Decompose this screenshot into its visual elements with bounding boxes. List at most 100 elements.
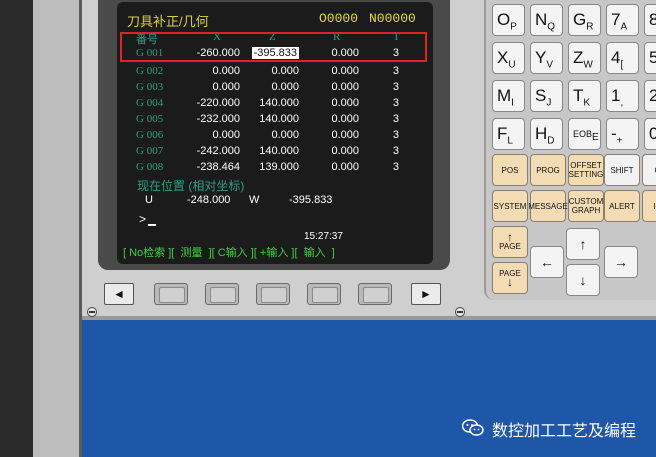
pos-button[interactable]: POS (492, 154, 528, 186)
key-h[interactable]: HD (530, 118, 563, 150)
key-o[interactable]: OP (492, 4, 525, 36)
cell-r: 0.000 (331, 81, 359, 93)
cell-x: -232.000 (196, 113, 240, 125)
clock: 15:27:37 (304, 231, 343, 242)
u-value: -248.000 (187, 194, 231, 206)
w-value: -395.833 (289, 194, 333, 206)
cell-r: 0.000 (331, 129, 359, 141)
key-x[interactable]: XU (492, 42, 525, 74)
arrow-down-icon: ↓ (507, 275, 513, 289)
key-s[interactable]: SJ (530, 80, 563, 112)
table-row[interactable]: G 005 -232.000 140.000 0.000 3 (117, 112, 433, 128)
cell-t: 3 (392, 81, 399, 93)
screen-title: 刀具补正/几何 (127, 14, 209, 29)
screw (87, 307, 97, 317)
cursor-left-button[interactable]: ← (530, 246, 564, 278)
cursor-down-button[interactable]: ↓ (566, 264, 600, 296)
softkey-button-4[interactable] (307, 283, 341, 305)
key-m[interactable]: MI (492, 80, 525, 112)
wechat-icon (462, 419, 484, 436)
key-2[interactable]: 2 (644, 80, 656, 112)
cell-z: 0.000 (271, 129, 299, 141)
left-dark-strip (0, 0, 33, 457)
softkey-left-arrow[interactable]: ◄ (104, 283, 134, 305)
cursor-right-button[interactable]: → (604, 246, 638, 278)
key-f[interactable]: FL (492, 118, 525, 150)
softkey-button-1[interactable] (154, 283, 188, 305)
screw (455, 307, 465, 317)
page-up-button[interactable]: ↑ PAGE (492, 226, 528, 258)
softkey-button-5[interactable] (358, 283, 392, 305)
softkey-button-3[interactable] (256, 283, 290, 305)
table-row[interactable]: G 006 0.000 0.000 0.000 3 (117, 128, 433, 144)
cell-no: G 008 (136, 161, 164, 173)
alert-button[interactable]: ALERT (604, 190, 640, 222)
input-prompt: > (139, 212, 147, 226)
cell-no: G 006 (136, 129, 164, 141)
cell-no: G 002 (136, 65, 164, 77)
left-gray-strip (33, 0, 81, 457)
cell-x: 0.000 (212, 81, 240, 93)
table-row[interactable]: G 003 0.000 0.000 0.000 3 (117, 80, 433, 96)
softkey-right-arrow[interactable]: ► (411, 283, 441, 305)
cell-z: 0.000 (271, 65, 299, 77)
insert-button[interactable]: INS (642, 190, 656, 222)
cell-x: -242.000 (196, 145, 240, 157)
key-5[interactable]: 5 (644, 42, 656, 74)
table-row[interactable]: G 002 0.000 0.000 0.000 3 (117, 64, 433, 80)
cell-z: 0.000 (271, 81, 299, 93)
cell-x: -220.000 (196, 97, 240, 109)
cell-no: G 005 (136, 113, 164, 125)
arrow-up-icon: ↑ (507, 230, 513, 244)
cell-no: G 004 (136, 97, 164, 109)
key-1[interactable]: 1, (606, 80, 639, 112)
page-down-button[interactable]: PAGE ↓ (492, 262, 528, 294)
watermark-text: 数控加工工艺及编程 (492, 423, 637, 440)
cell-z: 140.000 (259, 145, 299, 157)
key-y[interactable]: YV (530, 42, 563, 74)
cell-t: 3 (392, 113, 399, 125)
cursor-up-button[interactable]: ↑ (566, 228, 600, 260)
cell-r: 0.000 (331, 145, 359, 157)
cell-no: G 007 (136, 145, 164, 157)
cell-t: 3 (392, 129, 399, 141)
key-t[interactable]: TK (568, 80, 601, 112)
table-row[interactable]: G 004 -220.000 140.000 0.000 3 (117, 96, 433, 112)
key-8[interactable]: 8 (644, 4, 656, 36)
softkey-labels: [ No检索 ][ 测量 ][ C输入 ][ +输入 ][ 输入 ] (123, 247, 335, 259)
program-number: O0000 (319, 11, 359, 26)
softkey-button-2[interactable] (205, 283, 239, 305)
cell-x: -238.464 (196, 161, 240, 173)
key-z[interactable]: ZW (568, 42, 601, 74)
shift-button[interactable]: SHIFT (604, 154, 640, 186)
system-button[interactable]: SYSTEM (492, 190, 528, 222)
cell-t: 3 (392, 161, 399, 173)
cell-x: 0.000 (212, 65, 240, 77)
table-row[interactable]: G 007 -242.000 140.000 0.000 3 (117, 144, 433, 160)
w-label: W (249, 194, 260, 206)
cell-r: 0.000 (331, 113, 359, 125)
position-title: 现在位置 (相对坐标) (137, 179, 245, 193)
key-minus[interactable]: -+ (606, 118, 639, 150)
table-row[interactable]: G 008 -238.464 139.000 0.000 3 (117, 160, 433, 176)
key-4[interactable]: 4[ (606, 42, 639, 74)
can-button[interactable]: CA (642, 154, 656, 186)
highlight-box (120, 32, 427, 62)
cell-no: G 003 (136, 81, 164, 93)
prog-button[interactable]: PROG (530, 154, 566, 186)
cell-z: 139.000 (259, 161, 299, 173)
key-0[interactable]: 0 (644, 118, 656, 150)
cell-r: 0.000 (331, 97, 359, 109)
cell-t: 3 (392, 145, 399, 157)
cell-z: 140.000 (259, 113, 299, 125)
input-cursor (148, 224, 156, 226)
key-eob[interactable]: EOBE (568, 118, 601, 150)
key-n[interactable]: NQ (530, 4, 563, 36)
offset-setting-button[interactable]: OFFSET SETTING (568, 154, 604, 186)
key-7[interactable]: 7A (606, 4, 639, 36)
cell-x: 0.000 (212, 129, 240, 141)
cell-t: 3 (392, 65, 399, 77)
key-g[interactable]: GR (568, 4, 601, 36)
message-button[interactable]: MESSAGE (528, 190, 568, 222)
custom-graph-button[interactable]: CUSTOM GRAPH (568, 190, 604, 222)
